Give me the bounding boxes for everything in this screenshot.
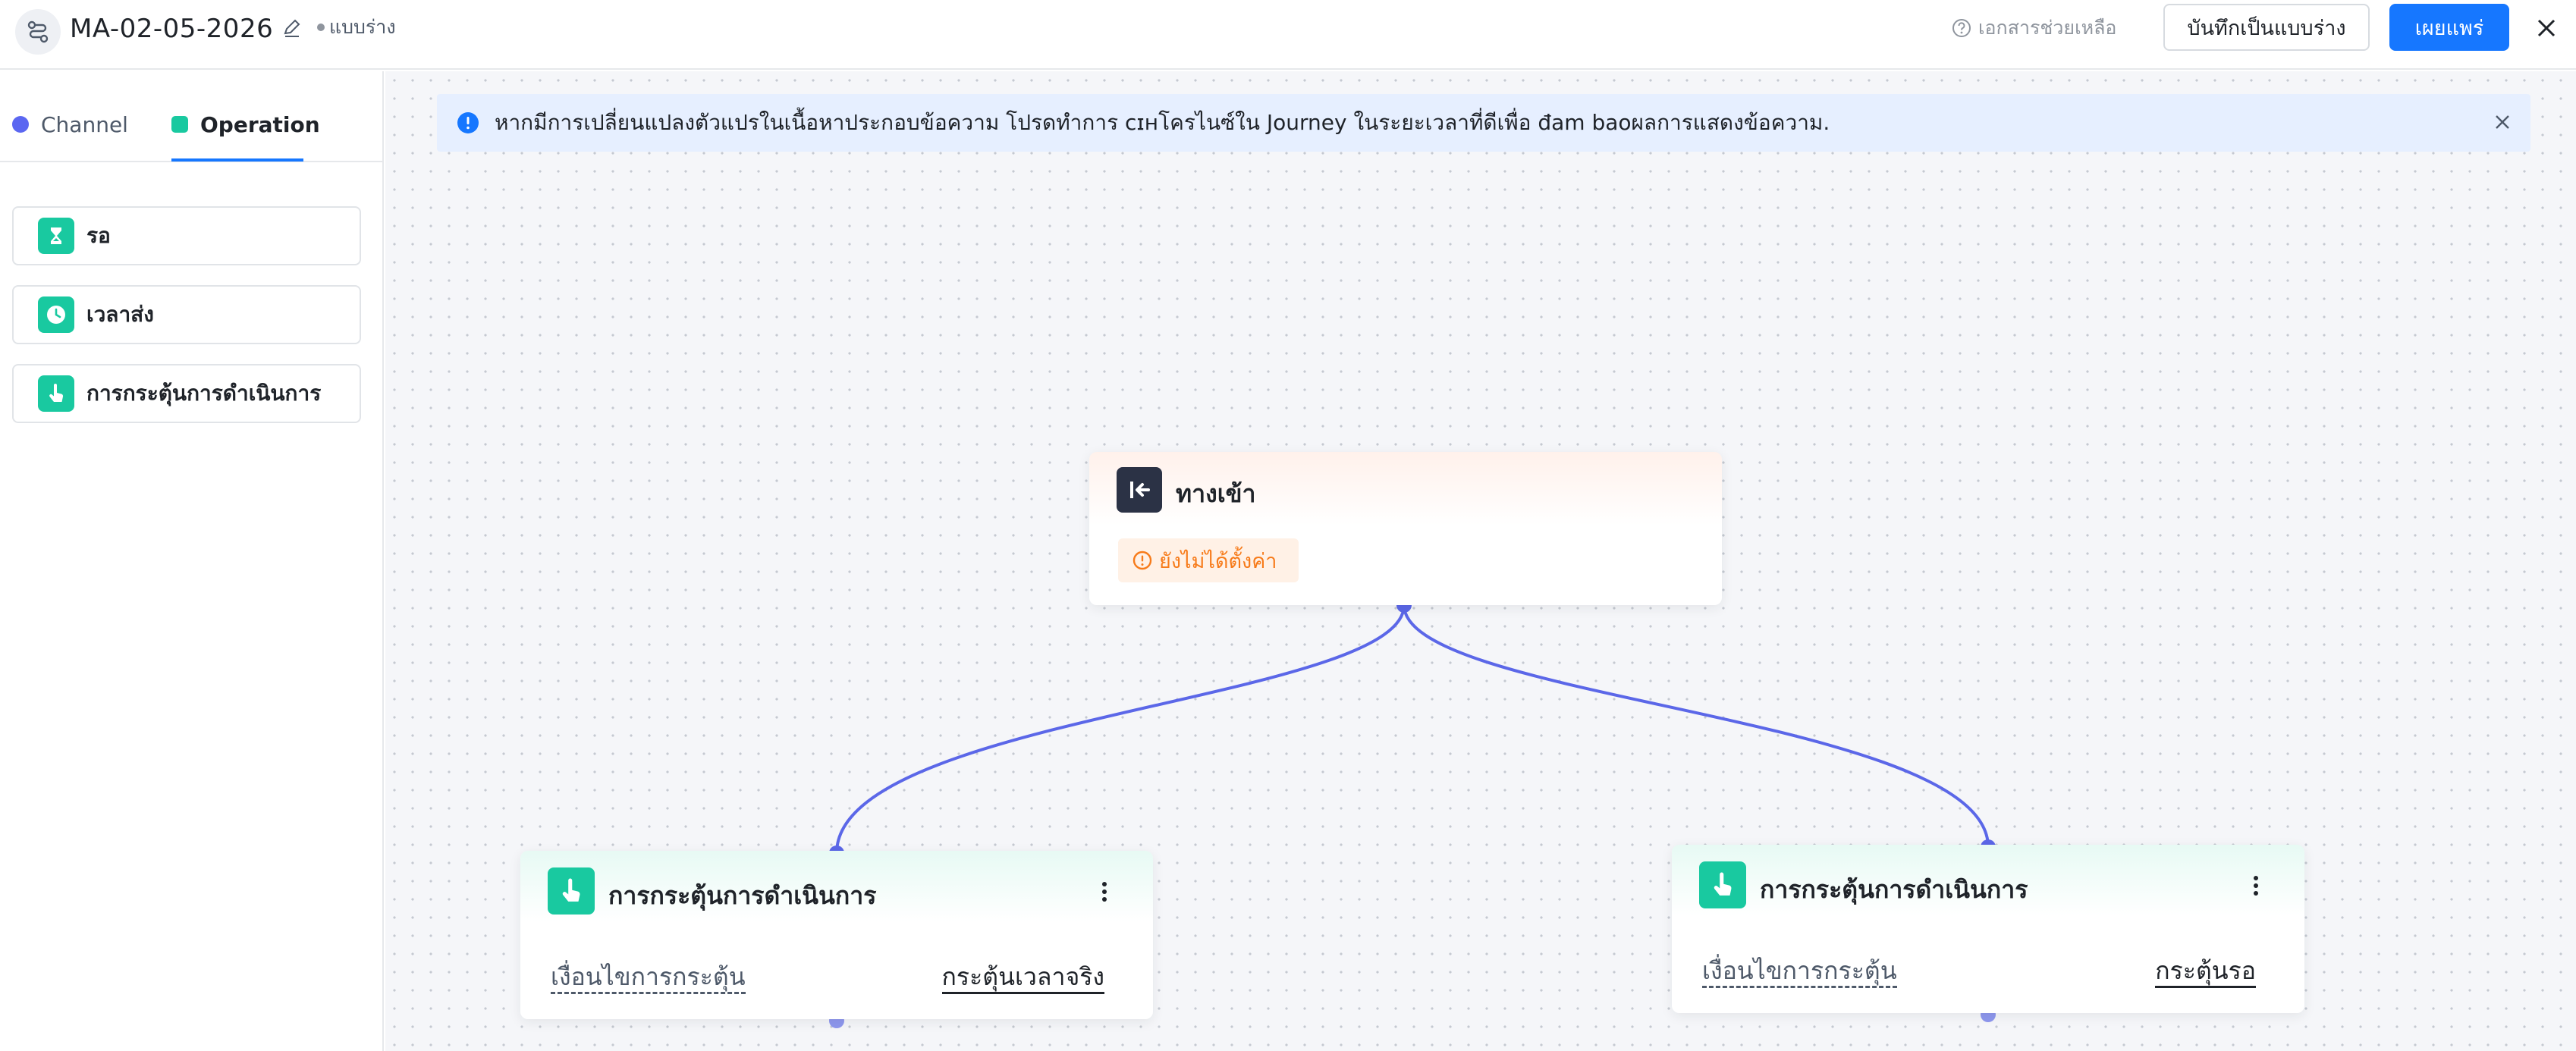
active-tab-indicator <box>171 158 303 162</box>
help-docs-link[interactable]: เอกสารช่วยเหลือ <box>1951 15 2116 41</box>
sidebar-item-label: การกระตุ้นการดำเนินการ <box>86 381 322 406</box>
warning-text: ยังไม่ได้ตั้งค่า <box>1159 549 1277 573</box>
action-node-title: การกระตุ้นการดำเนินการ <box>1760 875 2028 904</box>
operation-dot-icon <box>171 116 188 133</box>
hourglass-icon <box>38 218 74 254</box>
publish-button[interactable]: เผยแพร่ <box>2389 4 2509 51</box>
trigger-condition-value[interactable]: กระตุ้นเวลาจริง <box>941 962 1104 994</box>
channel-dot-icon <box>12 116 29 133</box>
trigger-condition-label[interactable]: เงื่อนไขการกระตุ้น <box>551 962 746 994</box>
sidebar-tabs: Channel Operation <box>0 71 382 162</box>
trigger-condition-value[interactable]: กระตุ้นรอ <box>2155 955 2256 988</box>
sidebar-item-wait[interactable]: รอ <box>12 206 361 265</box>
action-node-title: การกระตุ้นการดำเนินการ <box>608 881 877 910</box>
connector-to-left <box>835 604 1406 854</box>
sidebar-item-label: เวลาส่ง <box>86 302 154 327</box>
close-icon[interactable] <box>2534 15 2559 41</box>
component-sidebar: Channel Operation รอ เวลาส่ง การกระตุ้นก… <box>0 71 384 1051</box>
journey-canvas[interactable]: หากมีการเปลี่ยนแปลงตัวแปรในเนื้อหาประกอบ… <box>385 71 2576 1051</box>
edit-title-icon[interactable] <box>281 17 303 39</box>
sidebar-item-action-trigger[interactable]: การกระตุ้นการดำเนินการ <box>12 364 361 423</box>
status-dot <box>317 24 325 31</box>
not-configured-badge: ยังไม่ได้ตั้งค่า <box>1118 538 1299 582</box>
tab-operation[interactable]: Operation <box>171 109 320 140</box>
tab-channel[interactable]: Channel <box>12 109 128 140</box>
tab-channel-label: Channel <box>41 111 128 137</box>
save-draft-button[interactable]: บันทึกเป็นแบบร่าง <box>2163 4 2370 51</box>
more-options-icon[interactable] <box>1097 877 1112 907</box>
tap-hand-icon <box>1699 861 1746 908</box>
help-circle-icon <box>1952 19 1971 37</box>
tap-hand-icon <box>548 867 595 915</box>
entry-node[interactable]: ทางเข้า ยังไม่ได้ตั้งค่า <box>1089 452 1722 605</box>
more-options-icon[interactable] <box>2248 871 2263 901</box>
help-docs-label: เอกสารช่วยเหลือ <box>1978 17 2117 39</box>
journey-flow-icon[interactable] <box>15 9 61 55</box>
tap-hand-icon <box>38 375 74 412</box>
sidebar-item-label: รอ <box>86 223 111 248</box>
page-title: MA-02-05-2026 <box>70 14 274 44</box>
status-badge: แบบร่าง <box>329 16 396 38</box>
connector-to-right <box>1403 604 1990 848</box>
trigger-condition-label[interactable]: เงื่อนไขการกระตุ้น <box>1702 955 1897 988</box>
sidebar-item-send-time[interactable]: เวลาส่ง <box>12 285 361 344</box>
entry-arrow-icon <box>1117 467 1162 513</box>
clock-icon <box>38 296 74 333</box>
action-trigger-node[interactable]: การกระตุ้นการดำเนินการ เงื่อนไขการกระตุ้… <box>520 851 1153 1019</box>
warning-icon <box>1132 551 1152 570</box>
top-bar: MA-02-05-2026 แบบร่าง เอกสารช่วยเหลือ บั… <box>0 0 2576 70</box>
entry-node-title: ทางเข้า <box>1176 479 1256 508</box>
action-trigger-node[interactable]: การกระตุ้นการดำเนินการ เงื่อนไขการกระตุ้… <box>1672 845 2304 1013</box>
tab-operation-label: Operation <box>200 111 320 137</box>
